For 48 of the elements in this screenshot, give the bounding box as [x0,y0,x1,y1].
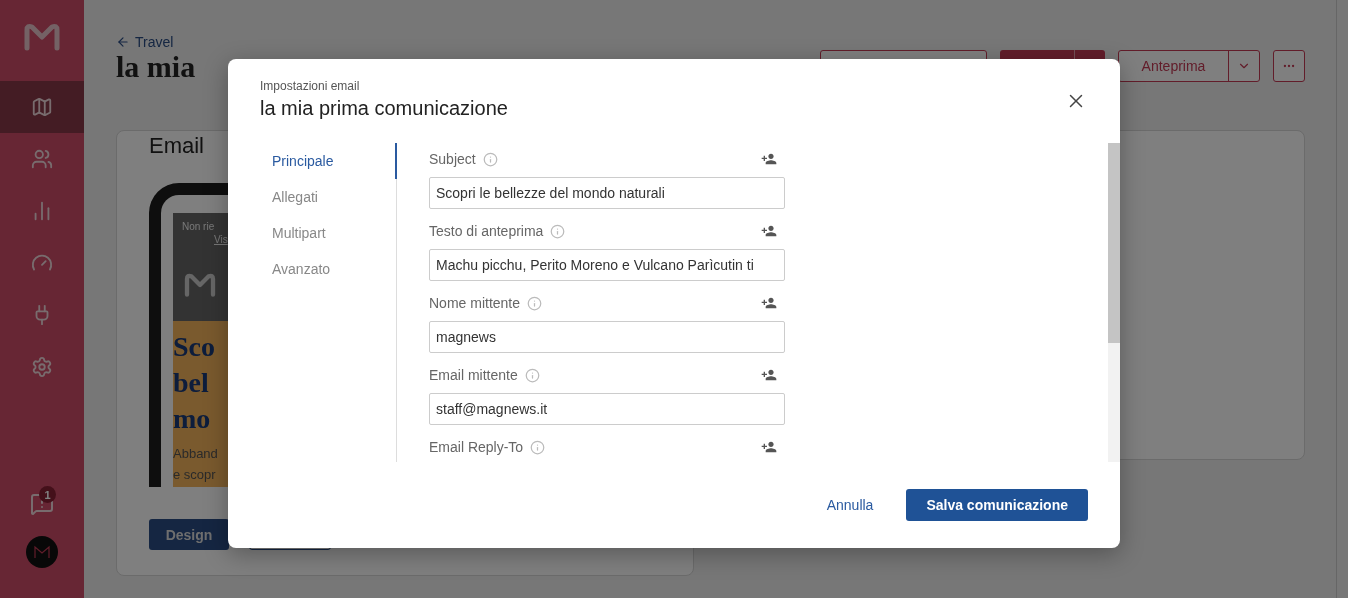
back-link-label[interactable]: Travel [135,34,174,50]
preview-headline: bel [173,366,209,400]
users-icon [31,148,53,170]
settings-icon [31,356,53,378]
dialog-subtitle: Impostazioni email [260,79,361,93]
dialog-title: la mia prima comunicazione [260,97,508,120]
preview-headline: mo [173,402,211,436]
card-heading: Email [149,133,204,160]
nav-tab[interactable]: Allegati [260,179,397,215]
nav-tab[interactable]: Principale [260,143,397,179]
page-title: la mia [116,50,196,84]
sidebar-item[interactable] [0,81,84,133]
design-button[interactable]: Design [149,519,229,550]
person-add-icon[interactable] [761,151,777,167]
info-icon[interactable] [527,295,543,311]
field-label: Subject [429,151,476,167]
preview-headline: Sco [173,330,215,364]
input-field[interactable]: staff@magnews.it [429,393,785,425]
scrollbar[interactable] [1108,143,1120,462]
field-label: Nome mittente [429,295,521,311]
field-label: Testo di anteprima [429,223,544,239]
cancel-link[interactable]: Annulla [826,497,874,513]
preview-body-text: Abband [173,445,218,463]
info-icon[interactable] [524,367,540,383]
field-label: Email Reply-To [429,439,524,455]
input-field[interactable]: magnews [429,321,785,353]
map-icon [31,96,53,118]
person-add-icon[interactable] [761,295,777,311]
nav-tab[interactable]: Multipart [260,215,397,251]
info-icon[interactable] [482,151,498,167]
back-link[interactable]: Travel [116,34,196,50]
preview-body-text: e scopr [173,466,216,484]
field-label: Email mittente [429,367,518,383]
logo-icon [182,272,218,298]
info-icon[interactable] [550,223,566,239]
person-add-icon[interactable] [761,439,777,455]
nav-tab[interactable]: Avanzato [260,251,397,287]
notification-badge: 1 [39,486,56,503]
logo-icon[interactable] [22,22,62,52]
input-field[interactable]: Machu picchu, Perito Moreno e Vulcano Parìcutin ti [429,249,785,281]
person-add-icon[interactable] [761,223,777,239]
info-icon[interactable] [530,439,546,455]
more-button[interactable] [1273,50,1305,82]
input-field[interactable]: Scopri le bellezze del mondo naturali [429,177,785,209]
person-add-icon[interactable] [761,367,777,383]
save-button[interactable]: Salva comunicazione [906,489,1088,521]
chat-alert-icon[interactable] [30,492,54,516]
avatar-icon[interactable] [26,536,58,568]
